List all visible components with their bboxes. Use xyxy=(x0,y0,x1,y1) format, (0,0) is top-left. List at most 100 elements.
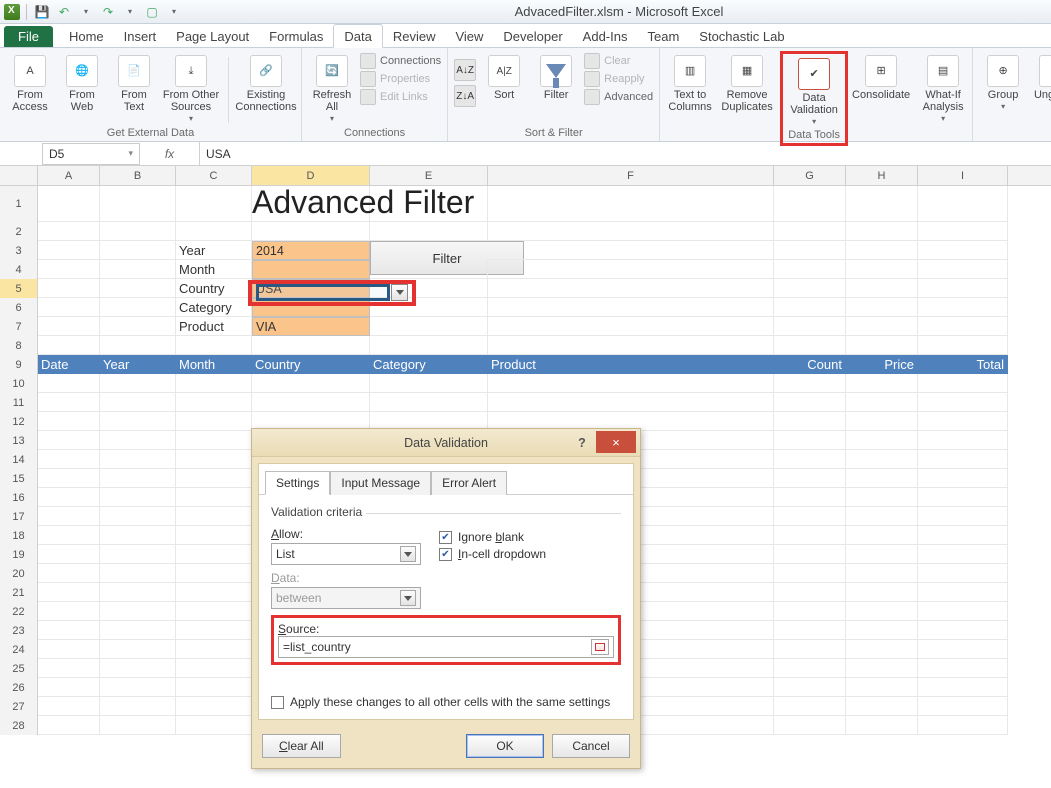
ignore-blank-checkbox[interactable]: ✔Ignore blank xyxy=(439,530,546,544)
cell-B23[interactable] xyxy=(100,621,176,640)
cell-H19[interactable] xyxy=(846,545,918,564)
tab-developer[interactable]: Developer xyxy=(493,25,572,47)
row-header-1[interactable]: 1 xyxy=(0,186,38,222)
cell-G27[interactable] xyxy=(774,697,846,716)
cell-F7[interactable] xyxy=(488,317,774,336)
cell-H1[interactable] xyxy=(846,186,918,222)
what-if-button[interactable]: ▤What-If Analysis▾ xyxy=(914,53,972,124)
cell-I11[interactable] xyxy=(918,393,1008,412)
cell-B4[interactable] xyxy=(100,260,176,279)
cell-I16[interactable] xyxy=(918,488,1008,507)
cell-I5[interactable] xyxy=(918,279,1008,298)
cell-G1[interactable] xyxy=(774,186,846,222)
cell-H9[interactable]: Price xyxy=(846,355,918,374)
row-header-24[interactable]: 24 xyxy=(0,640,38,659)
cell-E5[interactable] xyxy=(370,279,488,298)
row-header-21[interactable]: 21 xyxy=(0,583,38,602)
row-header-7[interactable]: 7 xyxy=(0,317,38,336)
row-header-2[interactable]: 2 xyxy=(0,222,38,241)
from-access-button[interactable]: AFrom Access xyxy=(6,53,54,113)
row-header-5[interactable]: 5 xyxy=(0,279,38,298)
save-icon[interactable]: 💾 xyxy=(33,3,51,21)
cell-B18[interactable] xyxy=(100,526,176,545)
filter-button[interactable]: Filter xyxy=(532,53,580,101)
cell-D10[interactable] xyxy=(252,374,370,393)
clear-button[interactable]: Clear xyxy=(584,53,653,69)
row-header-18[interactable]: 18 xyxy=(0,526,38,545)
cell-A19[interactable] xyxy=(38,545,100,564)
cell-G23[interactable] xyxy=(774,621,846,640)
cell-G21[interactable] xyxy=(774,583,846,602)
tab-home[interactable]: Home xyxy=(59,25,114,47)
cell-C21[interactable] xyxy=(176,583,252,602)
cell-H26[interactable] xyxy=(846,678,918,697)
cell-H20[interactable] xyxy=(846,564,918,583)
cell-G9[interactable]: Count xyxy=(774,355,846,374)
cell-C28[interactable] xyxy=(176,716,252,735)
cell-G12[interactable] xyxy=(774,412,846,431)
cell-F4[interactable] xyxy=(488,260,774,279)
cell-A9[interactable]: Date xyxy=(38,355,100,374)
cell-B21[interactable] xyxy=(100,583,176,602)
cell-I27[interactable] xyxy=(918,697,1008,716)
cell-D1[interactable]: Advanced Filter xyxy=(252,186,370,222)
cell-A14[interactable] xyxy=(38,450,100,469)
text-to-columns-button[interactable]: ▥Text to Columns xyxy=(666,53,714,113)
cell-B8[interactable] xyxy=(100,336,176,355)
cell-H12[interactable] xyxy=(846,412,918,431)
cell-C20[interactable] xyxy=(176,564,252,583)
tab-page-layout[interactable]: Page Layout xyxy=(166,25,259,47)
cell-I28[interactable] xyxy=(918,716,1008,735)
cell-E2[interactable] xyxy=(370,222,488,241)
col-header-H[interactable]: H xyxy=(846,166,918,185)
cell-H8[interactable] xyxy=(846,336,918,355)
cell-I10[interactable] xyxy=(918,374,1008,393)
cell-B9[interactable]: Year xyxy=(100,355,176,374)
cell-C12[interactable] xyxy=(176,412,252,431)
cell-E10[interactable] xyxy=(370,374,488,393)
cell-A10[interactable] xyxy=(38,374,100,393)
cell-H27[interactable] xyxy=(846,697,918,716)
cell-A22[interactable] xyxy=(38,602,100,621)
cell-B6[interactable] xyxy=(100,298,176,317)
cell-B19[interactable] xyxy=(100,545,176,564)
cell-I13[interactable] xyxy=(918,431,1008,450)
cell-C19[interactable] xyxy=(176,545,252,564)
row-header-3[interactable]: 3 xyxy=(0,241,38,260)
cell-I18[interactable] xyxy=(918,526,1008,545)
existing-connections-button[interactable]: 🔗Existing Connections xyxy=(237,53,295,113)
col-header-E[interactable]: E xyxy=(370,166,488,185)
row-header-13[interactable]: 13 xyxy=(0,431,38,450)
cell-C24[interactable] xyxy=(176,640,252,659)
row-header-26[interactable]: 26 xyxy=(0,678,38,697)
new-doc-icon[interactable]: ▢ xyxy=(143,3,161,21)
cell-E11[interactable] xyxy=(370,393,488,412)
tab-review[interactable]: Review xyxy=(383,25,446,47)
cell-A12[interactable] xyxy=(38,412,100,431)
data-validation-button[interactable]: ✔Data Validation▾ xyxy=(785,56,843,127)
row-header-20[interactable]: 20 xyxy=(0,564,38,583)
in-cell-dropdown-checkbox[interactable]: ✔In-cell dropdown xyxy=(439,547,546,561)
cell-C11[interactable] xyxy=(176,393,252,412)
cell-G6[interactable] xyxy=(774,298,846,317)
cell-C9[interactable]: Month xyxy=(176,355,252,374)
cancel-button[interactable]: Cancel xyxy=(552,734,630,758)
row-header-23[interactable]: 23 xyxy=(0,621,38,640)
cell-D8[interactable] xyxy=(252,336,370,355)
cell-F3[interactable] xyxy=(488,241,774,260)
redo-icon[interactable]: ↷ xyxy=(99,3,117,21)
cell-I20[interactable] xyxy=(918,564,1008,583)
cell-G18[interactable] xyxy=(774,526,846,545)
cell-C25[interactable] xyxy=(176,659,252,678)
cell-C5[interactable]: Country xyxy=(176,279,252,298)
cell-I2[interactable] xyxy=(918,222,1008,241)
row-header-16[interactable]: 16 xyxy=(0,488,38,507)
cell-F5[interactable] xyxy=(488,279,774,298)
cell-B1[interactable] xyxy=(100,186,176,222)
cell-I3[interactable] xyxy=(918,241,1008,260)
advanced-button[interactable]: Advanced xyxy=(584,89,653,105)
cell-B5[interactable] xyxy=(100,279,176,298)
allow-select[interactable]: List xyxy=(271,543,421,565)
cell-I14[interactable] xyxy=(918,450,1008,469)
from-web-button[interactable]: 🌐From Web xyxy=(58,53,106,113)
